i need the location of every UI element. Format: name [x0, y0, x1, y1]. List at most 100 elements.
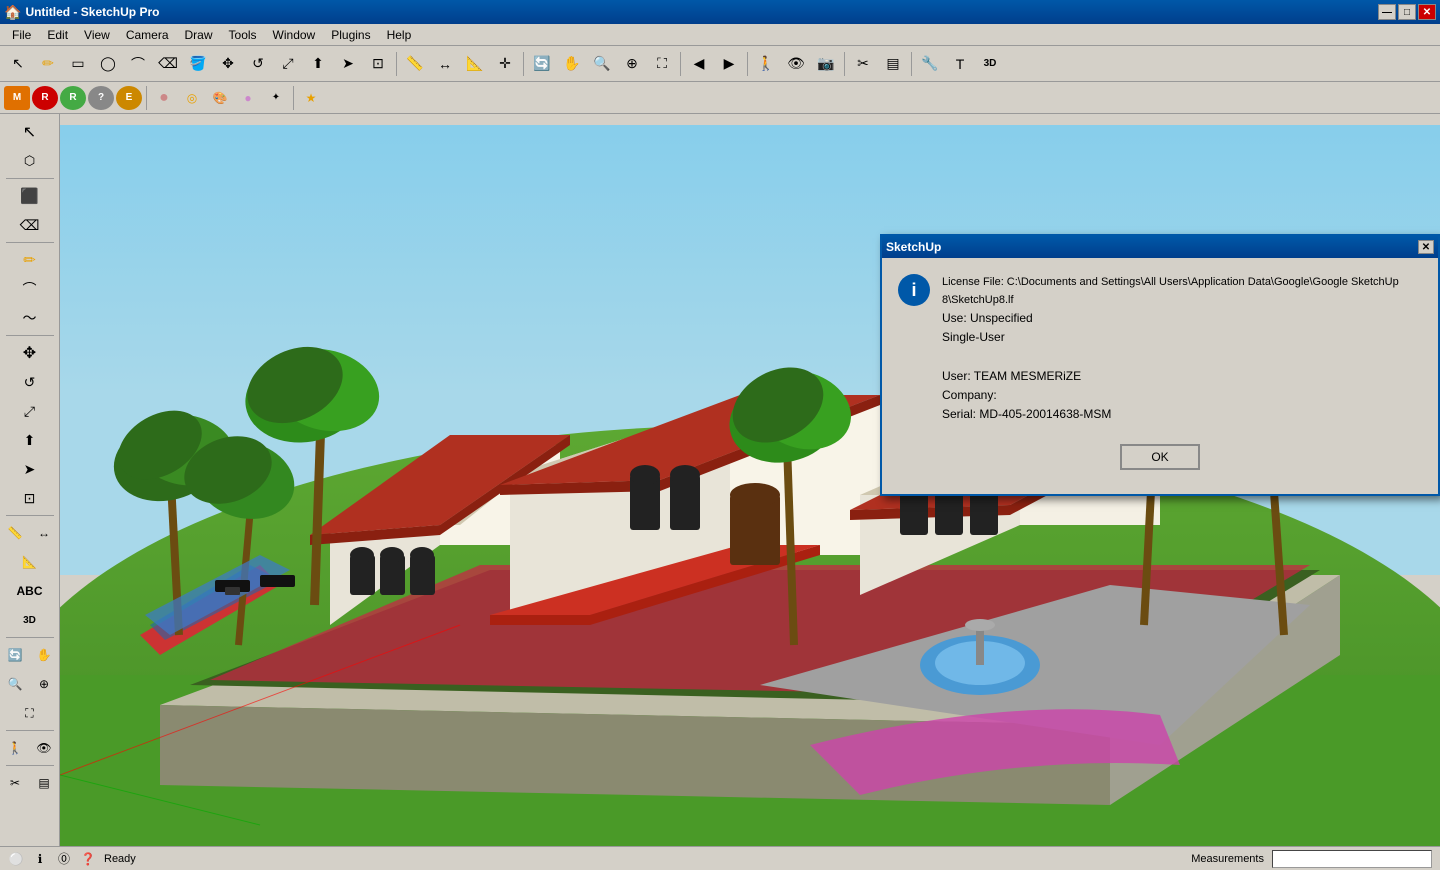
select-tool[interactable]: ↖: [4, 50, 32, 78]
status-icon-2[interactable]: ℹ: [32, 851, 48, 867]
tape-tool[interactable]: 📏: [401, 50, 429, 78]
lt-zoom[interactable]: 🔍: [1, 670, 29, 698]
lt-text[interactable]: ABC: [16, 577, 44, 605]
arc-tool[interactable]: ⌒: [124, 50, 152, 78]
menu-draw[interactable]: Draw: [177, 26, 221, 44]
erase-tool[interactable]: ⌫: [154, 50, 182, 78]
star-btn[interactable]: ★: [298, 86, 324, 110]
close-button[interactable]: ✕: [1418, 4, 1436, 20]
lt-move[interactable]: ✥: [16, 339, 44, 367]
menu-help[interactable]: Help: [379, 26, 420, 44]
lt-component[interactable]: ⬡: [16, 147, 44, 175]
maximize-button[interactable]: □: [1398, 4, 1416, 20]
dimension-tool[interactable]: ↔: [431, 50, 459, 78]
menu-tools[interactable]: Tools: [221, 26, 265, 44]
look-tool[interactable]: 👁: [782, 50, 810, 78]
menu-edit[interactable]: Edit: [39, 26, 76, 44]
lt-look[interactable]: 👁: [30, 734, 58, 762]
title-bar: 🏠 Untitled - SketchUp Pro — □ ✕: [0, 0, 1440, 24]
lt-tape[interactable]: 📏: [1, 519, 29, 547]
sketchup-dialog[interactable]: SketchUp ✕ i License File: C:\Documents …: [880, 234, 1440, 496]
menu-plugins[interactable]: Plugins: [323, 26, 378, 44]
rotate-tool[interactable]: ↺: [244, 50, 272, 78]
ok-button[interactable]: OK: [1120, 444, 1200, 470]
lt-paint[interactable]: ⬛: [16, 182, 44, 210]
circle-tool[interactable]: ◯: [94, 50, 122, 78]
get-models-btn[interactable]: M: [4, 86, 30, 110]
lt-select[interactable]: ↖: [16, 118, 44, 146]
status-icon-1[interactable]: ⚪: [8, 851, 24, 867]
lt-dim[interactable]: ↔: [30, 519, 58, 547]
measurements-label: Measurements: [1191, 853, 1264, 865]
previous-view-tool[interactable]: ◀: [685, 50, 713, 78]
menu-view[interactable]: View: [76, 26, 118, 44]
section-plane-tool[interactable]: ✂: [849, 50, 877, 78]
rectangle-tool[interactable]: ▭: [64, 50, 92, 78]
scale-tool[interactable]: ⤢: [274, 50, 302, 78]
paint2-btn[interactable]: 🎨: [207, 86, 233, 110]
toolbar-sep-1: [396, 52, 397, 76]
zoom-window-tool[interactable]: ⊕: [618, 50, 646, 78]
share-model-btn[interactable]: R: [32, 86, 58, 110]
menu-window[interactable]: Window: [265, 26, 324, 44]
viewport[interactable]: SketchUp ✕ i License File: C:\Documents …: [60, 114, 1440, 846]
menu-file[interactable]: File: [4, 26, 39, 44]
pencil-tool[interactable]: ✏: [34, 50, 62, 78]
status-left: ⚪ ℹ ⓪ ❓ Ready: [8, 851, 136, 867]
minimize-button[interactable]: —: [1378, 4, 1396, 20]
section-fill-tool[interactable]: ▤: [879, 50, 907, 78]
dialog-title: SketchUp: [886, 240, 941, 254]
lt-rotate[interactable]: ↺: [16, 368, 44, 396]
lt-pushpull[interactable]: ⬆: [16, 426, 44, 454]
extra-btn[interactable]: ✦: [263, 86, 289, 110]
dialog-close-button[interactable]: ✕: [1418, 240, 1434, 254]
lt-arc[interactable]: ⌒: [16, 275, 44, 303]
ruby-console-btn[interactable]: R: [60, 86, 86, 110]
lt-walk[interactable]: 🚶: [1, 734, 29, 762]
lt-pan[interactable]: ✋: [30, 641, 58, 669]
component-tool[interactable]: 🔧: [916, 50, 944, 78]
lt-scale[interactable]: ⤢: [16, 397, 44, 425]
sun-btn[interactable]: ●: [235, 86, 261, 110]
extension-btn[interactable]: E: [116, 86, 142, 110]
orbit-tool[interactable]: 🔄: [528, 50, 556, 78]
axes-tool[interactable]: ✛: [491, 50, 519, 78]
measurements-field[interactable]: [1272, 850, 1432, 868]
protractor-tool[interactable]: 📐: [461, 50, 489, 78]
move-tool[interactable]: ✥: [214, 50, 242, 78]
lt-section2[interactable]: ▤: [30, 769, 58, 797]
paint-tool[interactable]: 🪣: [184, 50, 212, 78]
material-btn[interactable]: ◎: [179, 86, 205, 110]
lt-eraser[interactable]: ⌫: [16, 211, 44, 239]
toolbar-sep-2: [523, 52, 524, 76]
position-camera-tool[interactable]: 📷: [812, 50, 840, 78]
next-view-tool[interactable]: ▶: [715, 50, 743, 78]
text-tool[interactable]: T: [946, 50, 974, 78]
lt-3dtext[interactable]: 3D: [16, 606, 44, 634]
lt-pair-4: 🚶 👁: [1, 734, 58, 762]
lt-followme[interactable]: ➤: [16, 455, 44, 483]
offset-tool[interactable]: ⊡: [364, 50, 392, 78]
3d-text-tool[interactable]: 3D: [976, 50, 1004, 78]
dialog-footer: OK: [898, 444, 1422, 478]
status-icon-3[interactable]: ⓪: [56, 851, 72, 867]
toolbar-sep-4: [747, 52, 748, 76]
lt-offset[interactable]: ⊡: [16, 484, 44, 512]
sphere-btn[interactable]: ●: [151, 86, 177, 110]
lt-zoom-win[interactable]: ⊕: [30, 670, 58, 698]
zoom-extents-tool[interactable]: ⛶: [648, 50, 676, 78]
walk-tool[interactable]: 🚶: [752, 50, 780, 78]
status-help-icon[interactable]: ❓: [80, 851, 96, 867]
follow-me-tool[interactable]: ➤: [334, 50, 362, 78]
lt-orbit[interactable]: 🔄: [1, 641, 29, 669]
lt-zoom-ext[interactable]: ⛶: [16, 699, 44, 727]
zoom-tool[interactable]: 🔍: [588, 50, 616, 78]
lt-freehand[interactable]: 〜: [16, 304, 44, 332]
menu-camera[interactable]: Camera: [118, 26, 177, 44]
help-btn[interactable]: ?: [88, 86, 114, 110]
lt-protractor[interactable]: 📐: [16, 548, 44, 576]
pan-tool[interactable]: ✋: [558, 50, 586, 78]
push-pull-tool[interactable]: ⬆: [304, 50, 332, 78]
lt-line[interactable]: ✏: [16, 246, 44, 274]
lt-section[interactable]: ✂: [1, 769, 29, 797]
